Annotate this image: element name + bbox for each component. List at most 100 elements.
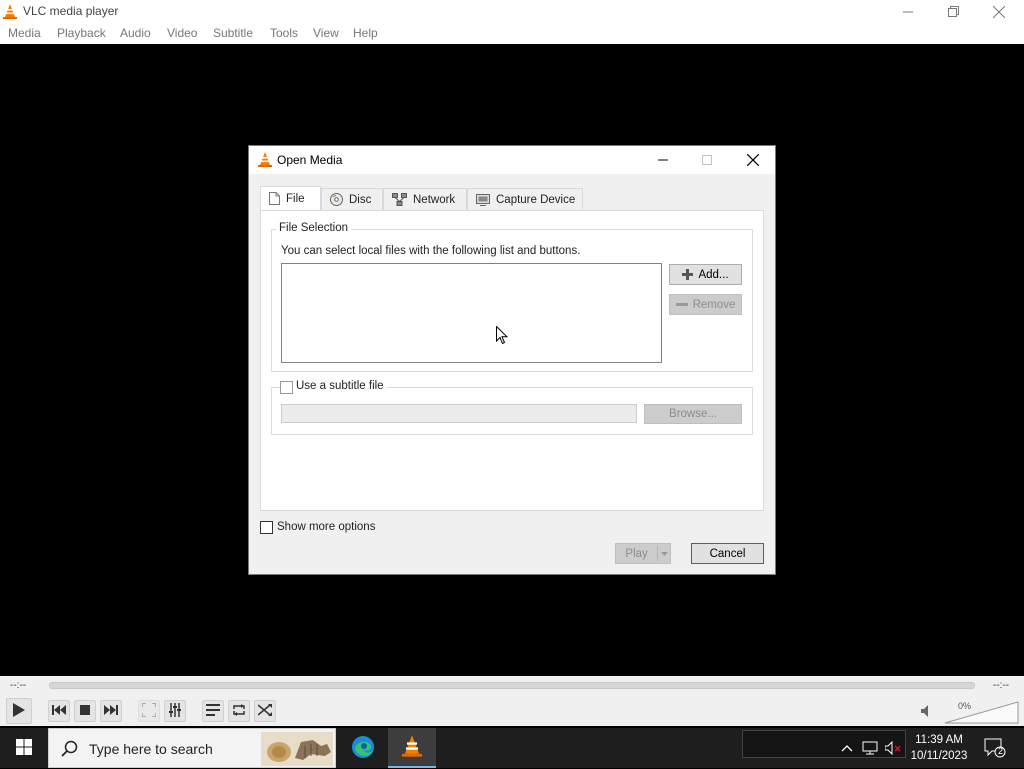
close-button[interactable] xyxy=(976,0,1022,23)
file-tab-panel: File Selection You can select local file… xyxy=(260,210,764,511)
window-title: VLC media player xyxy=(23,4,119,18)
browse-button[interactable]: Browse... xyxy=(644,404,742,424)
show-more-options-label: Show more options xyxy=(277,521,376,533)
fullscreen-icon xyxy=(141,701,157,720)
open-media-dialog: Open Media File Disc Network Capture Dev… xyxy=(248,145,776,575)
controls-row: 0% xyxy=(0,696,1024,726)
tab-file-label: File xyxy=(286,192,305,205)
menu-bar: Media Playback Audio Video Subtitle Tool… xyxy=(0,23,1024,44)
remove-button[interactable]: Remove xyxy=(669,294,742,315)
fullscreen-button[interactable] xyxy=(138,700,160,722)
restore-button[interactable] xyxy=(930,0,976,23)
taskbar-vlc-button[interactable] xyxy=(388,728,436,768)
menu-tools[interactable]: Tools xyxy=(270,26,298,40)
next-button[interactable] xyxy=(100,700,122,722)
previous-button[interactable] xyxy=(48,700,70,722)
vlc-cone-icon xyxy=(258,152,272,167)
tab-disc-label: Disc xyxy=(349,193,372,206)
file-selection-label: File Selection xyxy=(276,222,352,234)
notification-count: 2 xyxy=(997,746,1003,756)
add-button[interactable]: Add... xyxy=(669,264,742,285)
remaining-time[interactable]: --:-- xyxy=(993,680,1009,691)
capture-device-icon xyxy=(476,193,490,206)
menu-view[interactable]: View xyxy=(313,26,339,40)
vlc-cone-icon xyxy=(3,4,17,19)
taskbar-tray-flyout-shadow xyxy=(742,730,906,758)
network-icon xyxy=(392,193,407,206)
disc-icon xyxy=(330,193,343,206)
subtitle-path-field[interactable] xyxy=(281,404,637,423)
seek-slider[interactable] xyxy=(49,682,975,689)
seekbar-row: --:-- --:-- xyxy=(0,676,1024,696)
stop-button[interactable] xyxy=(74,700,96,722)
file-list[interactable] xyxy=(281,263,662,363)
menu-video[interactable]: Video xyxy=(167,26,197,40)
search-placeholder: Type here to search xyxy=(89,741,213,757)
vlc-titlebar: VLC media player xyxy=(0,0,1024,23)
file-icon xyxy=(269,192,280,205)
previous-icon xyxy=(52,704,66,718)
next-icon xyxy=(104,704,118,718)
edge-icon xyxy=(351,735,375,762)
shuffle-button[interactable] xyxy=(254,700,276,722)
dialog-title: Open Media xyxy=(277,153,343,167)
vlc-cone-icon xyxy=(402,734,422,760)
taskbar-clock[interactable]: 11:39 AM 10/11/2023 xyxy=(906,732,972,764)
stop-icon xyxy=(80,704,90,718)
dialog-maximize-button xyxy=(685,148,729,172)
network-status-icon[interactable] xyxy=(862,740,878,756)
menu-subtitle[interactable]: Subtitle xyxy=(213,26,253,40)
subtitle-checkbox-label: Use a subtitle file xyxy=(293,380,387,392)
file-selection-description: You can select local files with the foll… xyxy=(281,245,581,257)
tab-capture-device[interactable]: Capture Device xyxy=(467,188,583,210)
volume-muted-icon[interactable] xyxy=(885,740,901,756)
play-pause-button[interactable] xyxy=(6,698,32,724)
clock-date: 10/11/2023 xyxy=(910,750,968,762)
play-icon xyxy=(13,702,25,720)
tab-capture-device-label: Capture Device xyxy=(496,193,576,206)
plus-icon xyxy=(682,269,694,280)
equalizer-icon xyxy=(168,702,182,720)
taskbar-edge-button[interactable] xyxy=(339,728,387,768)
play-button[interactable]: Play xyxy=(615,543,671,564)
play-button-label: Play xyxy=(625,547,648,560)
menu-media[interactable]: Media xyxy=(8,26,41,40)
search-highlight-dinosaur-icon xyxy=(261,732,333,766)
playlist-button[interactable] xyxy=(202,700,224,722)
remove-button-label: Remove xyxy=(692,298,736,311)
playlist-icon xyxy=(206,703,220,719)
tab-file[interactable]: File xyxy=(260,186,321,210)
dialog-close-button[interactable] xyxy=(731,148,775,172)
clock-time: 11:39 AM xyxy=(915,734,963,746)
chevron-up-icon[interactable] xyxy=(839,740,855,756)
loop-icon xyxy=(232,703,246,719)
volume-level: 0% xyxy=(958,701,972,711)
tab-disc[interactable]: Disc xyxy=(321,188,383,210)
menu-help[interactable]: Help xyxy=(353,26,378,40)
search-icon xyxy=(61,740,78,760)
menu-playback[interactable]: Playback xyxy=(57,26,106,40)
taskbar: Type here to search 11:39 AM 10/11/2023 … xyxy=(0,728,1024,768)
minus-icon xyxy=(675,302,688,307)
elapsed-time: --:-- xyxy=(10,680,27,691)
shuffle-icon xyxy=(257,703,272,719)
action-center-button[interactable]: 2 xyxy=(984,738,1006,758)
loop-button[interactable] xyxy=(228,700,250,722)
volume-slider[interactable]: 0% xyxy=(944,700,1020,724)
tab-network-label: Network xyxy=(413,193,456,206)
start-button[interactable] xyxy=(0,728,48,768)
add-button-label: Add... xyxy=(698,268,729,281)
extended-settings-button[interactable] xyxy=(164,700,186,722)
minimize-button[interactable] xyxy=(885,0,931,23)
subtitle-checkbox[interactable] xyxy=(280,381,293,394)
windows-logo-icon xyxy=(16,738,32,758)
menu-audio[interactable]: Audio xyxy=(120,26,151,40)
tab-network[interactable]: Network xyxy=(383,188,467,210)
cancel-button[interactable]: Cancel xyxy=(691,543,764,564)
chevron-down-icon[interactable] xyxy=(658,551,670,556)
dialog-minimize-button[interactable] xyxy=(641,148,685,172)
speaker-icon[interactable] xyxy=(921,705,933,720)
taskbar-search-box[interactable]: Type here to search xyxy=(48,728,336,768)
show-more-options-checkbox[interactable] xyxy=(260,521,273,534)
dialog-titlebar: Open Media xyxy=(249,146,775,174)
